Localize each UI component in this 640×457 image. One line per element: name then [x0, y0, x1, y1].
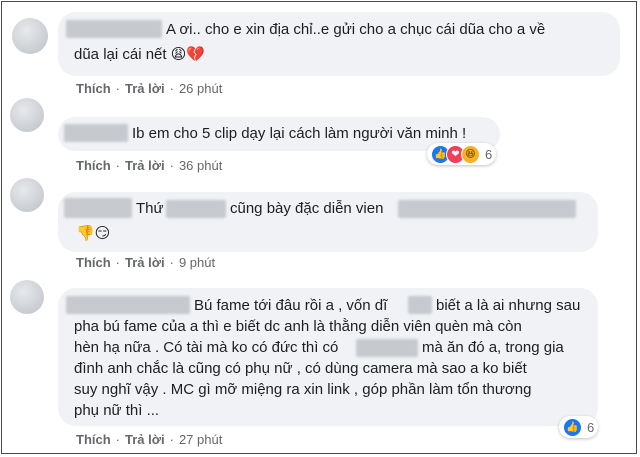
comment-text-line3: hèn hạ nữa . Có tài mà ko có đức thì có: [74, 339, 339, 356]
redacted-username[interactable]: [66, 20, 162, 38]
comment-text-line4: đình anh chắc là cũng có phụ nữ , có dùn…: [74, 360, 527, 377]
comment-text-prefix: Thứ: [136, 200, 164, 217]
comment-actions: Thích · Trả lời · 27 phút: [76, 432, 223, 447]
redacted-name: [356, 339, 418, 357]
reaction-count: 6: [485, 146, 493, 162]
reactions-summary[interactable]: 👍 6: [559, 416, 599, 438]
redacted-name: [408, 296, 432, 314]
redacted-name: [398, 200, 576, 218]
comment-text: cũng bày đặc diễn vien: [230, 200, 384, 217]
redacted-username[interactable]: [64, 198, 132, 218]
emoji-sad-broken-heart-icon: 😩💔: [170, 46, 206, 63]
like-link[interactable]: Thích: [76, 432, 111, 447]
comment-text-line1: Bú fame tới đâu rồi a , vốn dĩ: [194, 297, 388, 314]
like-reaction-icon: 👍: [563, 417, 582, 437]
comment-text-line5: suy nghĩ vậy . MC gì mỡ miệng ra xin lin…: [74, 381, 532, 398]
reply-link[interactable]: Trả lời: [125, 81, 165, 96]
redacted-username[interactable]: [64, 124, 128, 142]
comment-text-line1b: biết a là ai nhưng sau: [436, 297, 581, 314]
redacted-name: [166, 200, 226, 218]
reply-link[interactable]: Trả lời: [125, 255, 165, 270]
comment-actions: Thích · Trả lời · 26 phút: [76, 81, 223, 96]
thumbs-down-smirk-emoji-icon: 👎😏: [76, 225, 111, 242]
like-link[interactable]: Thích: [76, 255, 111, 270]
haha-reaction-icon: 😆: [461, 144, 480, 164]
comment-text: Ib em cho 5 clip dạy lại cách làm người …: [132, 125, 467, 142]
comment-bubble: Bú fame tới đâu rồi a , vốn dĩ biết a là…: [58, 288, 598, 426]
reactions-summary[interactable]: 👍 ❤ 😆 6: [427, 143, 497, 165]
timestamp[interactable]: 27 phút: [179, 432, 222, 447]
timestamp[interactable]: 9 phút: [179, 255, 215, 270]
comment-text-line2: dũa lại cái nết 😩💔: [74, 46, 206, 63]
comment-bubble: A ơi.. cho e xin địa chỉ..e gửi cho a ch…: [58, 12, 620, 76]
redacted-username[interactable]: [66, 296, 190, 314]
comment-text-line6: phụ nữ thì ...: [74, 402, 160, 419]
comment-thread: A ơi.. cho e xin địa chỉ..e gửi cho a ch…: [1, 1, 637, 454]
comment-text-line2: pha bú fame của a thì e biết dc anh là t…: [74, 318, 522, 335]
reply-link[interactable]: Trả lời: [125, 158, 165, 173]
like-link[interactable]: Thích: [76, 158, 111, 173]
avatar[interactable]: [12, 18, 48, 54]
comment-text-line3b: mà ăn đó a, trong gia: [422, 339, 564, 356]
reaction-count: 6: [587, 419, 595, 435]
reply-link[interactable]: Trả lời: [125, 432, 165, 447]
comment-bubble: Thứ cũng bày đặc diễn vien 👎😏: [58, 192, 598, 252]
avatar[interactable]: [10, 280, 44, 314]
like-link[interactable]: Thích: [76, 81, 111, 96]
comment-actions: Thích · Trả lời · 36 phút: [76, 158, 223, 173]
avatar[interactable]: [10, 178, 44, 212]
comment-text: A ơi.. cho e xin địa chỉ..e gửi cho a ch…: [166, 21, 546, 38]
timestamp[interactable]: 36 phút: [179, 158, 222, 173]
avatar[interactable]: [10, 98, 44, 132]
timestamp[interactable]: 26 phút: [179, 81, 222, 96]
comment-actions: Thích · Trả lời · 9 phút: [76, 255, 216, 270]
